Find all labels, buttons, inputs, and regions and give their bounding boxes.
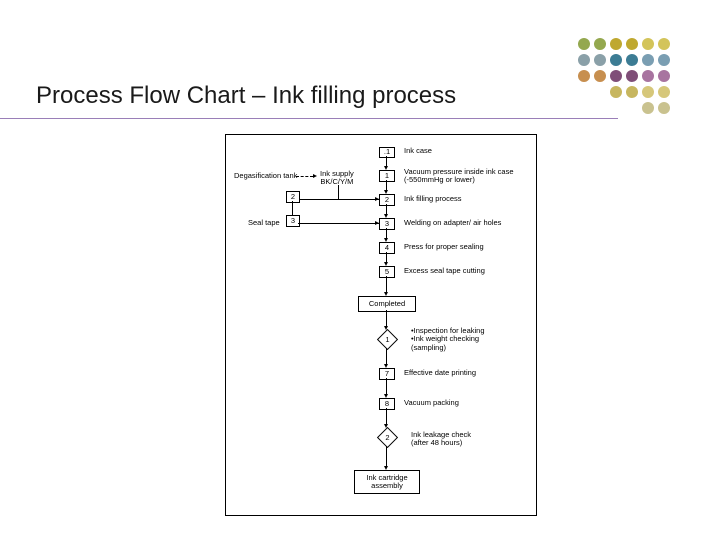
degas-label: Degasification tank xyxy=(234,172,297,180)
aux-3: 3 xyxy=(286,215,300,227)
step-8: 8 xyxy=(379,398,395,410)
label-step8: Vacuum packing xyxy=(404,399,459,407)
step-3: 3 xyxy=(379,218,395,230)
label-step4: Press for proper sealing xyxy=(404,243,484,251)
flowchart: .1 Ink case 1 Vacuum pressure inside ink… xyxy=(225,134,537,516)
slide: Process Flow Chart – Ink filling process… xyxy=(0,0,720,540)
step-4: 4 xyxy=(379,242,395,254)
step-2: 2 xyxy=(379,194,395,206)
inspect-2: 2 xyxy=(377,427,398,448)
label-step2: Ink filling process xyxy=(404,195,462,203)
label-insp2: Ink leakage check (after 48 hours) xyxy=(411,431,471,448)
label-step1: Vacuum pressure inside ink case (-550mmH… xyxy=(404,168,514,185)
decorative-dots xyxy=(578,38,670,114)
inspect-1: 1 xyxy=(377,329,398,350)
completed-box: Completed xyxy=(358,296,416,312)
assembly-box: Ink cartridge assembly xyxy=(354,470,420,494)
step-1: 1 xyxy=(379,170,395,182)
ink-supply-label: Ink supply BK/C/Y/M xyxy=(320,170,354,187)
label-step3: Welding on adapter/ air holes xyxy=(404,219,501,227)
node-dot1: .1 xyxy=(379,147,395,158)
step-5: 5 xyxy=(379,266,395,278)
aux-2: 2 xyxy=(286,191,300,203)
label-insp1: •Inspection for leaking •Ink weight chec… xyxy=(411,327,485,352)
page-title: Process Flow Chart – Ink filling process xyxy=(36,82,456,110)
label-step5: Excess seal tape cutting xyxy=(404,267,485,275)
label-step7: Effective date printing xyxy=(404,369,476,377)
title-underline xyxy=(0,118,618,119)
label-ink-case: Ink case xyxy=(404,147,432,155)
step-7: 7 xyxy=(379,368,395,380)
seal-tape-label: Seal tape xyxy=(248,219,280,227)
